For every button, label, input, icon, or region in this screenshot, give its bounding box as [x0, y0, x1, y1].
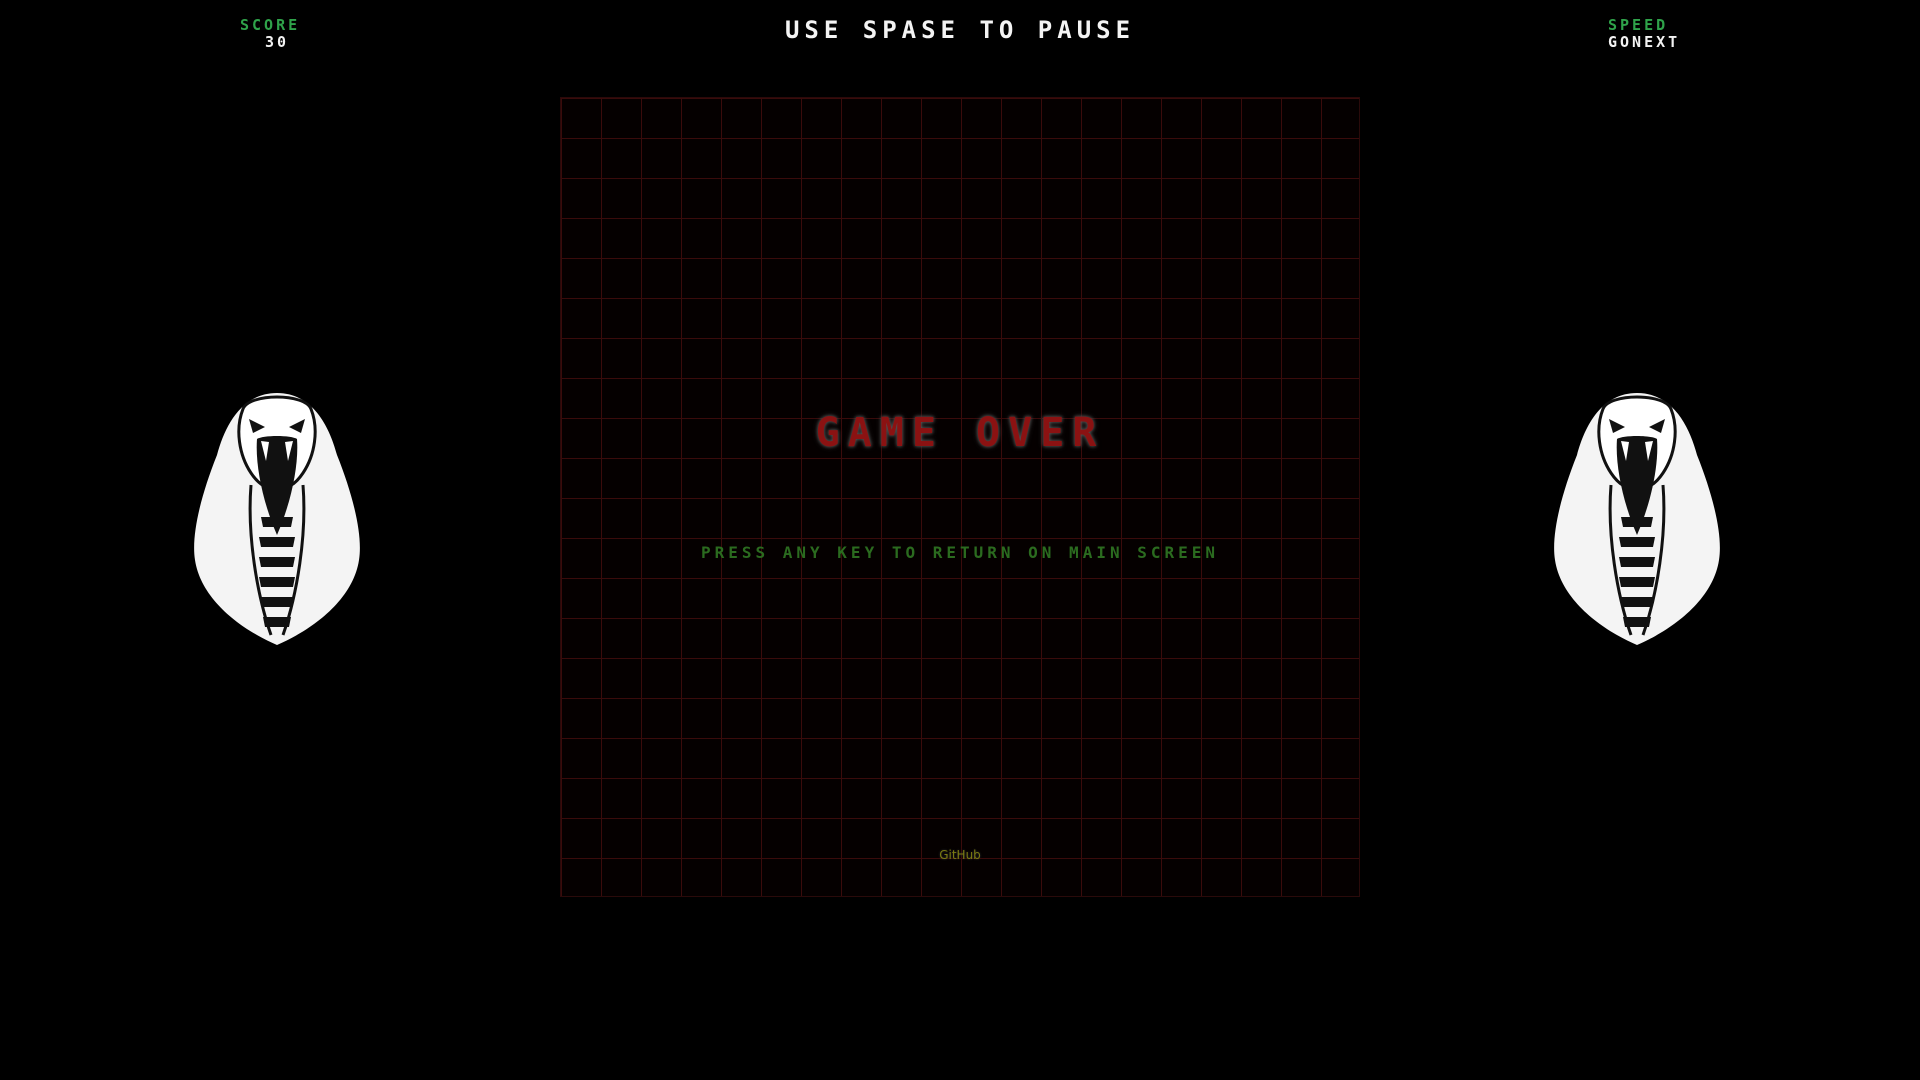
github-link[interactable]: GitHub	[0, 848, 1920, 862]
cobra-icon	[1554, 393, 1720, 645]
cobra-icon	[194, 393, 360, 645]
speed-value: GONEXT	[1608, 33, 1681, 51]
game-screen: SCORE 30 USE SPASE TO PAUSE SPEED GONEXT…	[0, 0, 1920, 1080]
game-board[interactable]	[560, 97, 1360, 897]
speed-label: SPEED	[1608, 16, 1669, 34]
